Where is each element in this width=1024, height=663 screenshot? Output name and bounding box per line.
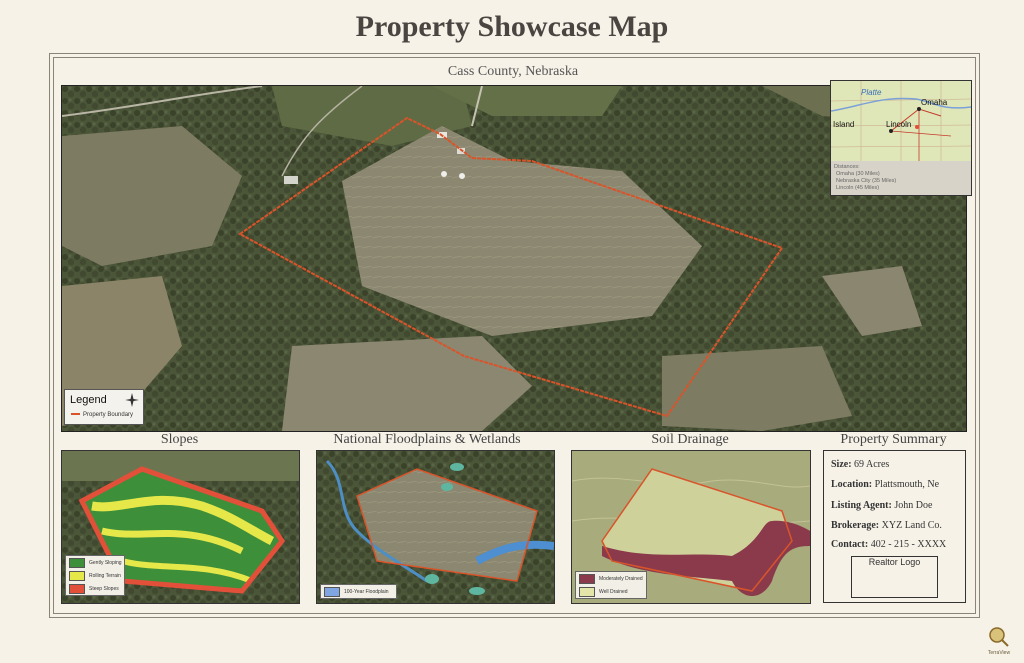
summary-title: Property Summary bbox=[840, 432, 947, 447]
slopes-legend: Gently Sloping Rolling Terrain Steep Slo… bbox=[65, 555, 125, 596]
soil-title: Soil Drainage bbox=[651, 432, 729, 447]
realtor-logo-label: Realtor Logo bbox=[868, 557, 921, 567]
legend-property-boundary: Property Boundary bbox=[71, 412, 133, 418]
slopes-legend-gentle: Gently Sloping bbox=[66, 556, 124, 569]
soil-drainage-map[interactable]: Moderately Drained Well Drained bbox=[571, 450, 811, 604]
main-map-subtitle: Cass County, Nebraska bbox=[447, 64, 579, 79]
omaha-marker bbox=[917, 107, 921, 111]
floodplains-title: National Floodplains & Wetlands bbox=[333, 432, 521, 447]
inset-distance-1: Omaha (30 Miles) bbox=[836, 171, 880, 177]
north-arrow-icon bbox=[125, 393, 139, 407]
legend-item-label: Property Boundary bbox=[83, 412, 134, 418]
floodplains-map-imagery bbox=[317, 451, 554, 603]
legend-boundary-swatch bbox=[71, 413, 80, 416]
summary-contact: Contact: 402 - 215 - XXXX bbox=[831, 539, 947, 550]
inset-distance-3: Lincoln (45 Miles) bbox=[836, 185, 879, 191]
lincoln-marker bbox=[889, 129, 893, 133]
summary-location: Location: Plattsmouth, Ne bbox=[831, 479, 940, 490]
brand-logo: TerraView bbox=[982, 624, 1016, 656]
inset-distance-2: Nebraska City (35 Miles) bbox=[836, 178, 896, 184]
main-map-legend: Legend Property Boundary bbox=[64, 389, 144, 425]
inset-island-label: Island bbox=[833, 120, 854, 129]
inset-omaha-label: Omaha bbox=[921, 98, 948, 107]
magnifier-globe-icon: TerraView bbox=[988, 627, 1011, 656]
inset-distance-title: Distances: bbox=[834, 164, 860, 170]
soil-legend-well: Well Drained bbox=[576, 585, 646, 598]
legend-title: Legend bbox=[70, 394, 107, 406]
slopes-legend-steep: Steep Slopes bbox=[66, 582, 124, 595]
floodplains-map[interactable]: 100-Year Floodplain bbox=[316, 450, 555, 604]
soil-legend-moderate: Moderately Drained bbox=[576, 572, 646, 585]
realtor-logo-placeholder: Realtor Logo bbox=[851, 556, 938, 598]
page-title: Property Showcase Map bbox=[355, 10, 669, 43]
summary-size: Size: 69 Acres bbox=[831, 459, 890, 470]
floodplains-legend: 100-Year Floodplain bbox=[320, 584, 397, 599]
inset-locator-map[interactable]: Platte Omaha Lincoln Island Distances: O… bbox=[830, 80, 972, 196]
summary-brokerage: Brokerage: XYZ Land Co. bbox=[831, 520, 942, 531]
slopes-title: Slopes bbox=[160, 432, 199, 447]
inset-lincoln-label: Lincoln bbox=[886, 120, 911, 129]
inset-river-label: Platte bbox=[861, 88, 882, 97]
soil-legend: Moderately Drained Well Drained bbox=[575, 571, 647, 599]
slopes-map[interactable]: Gently Sloping Rolling Terrain Steep Slo… bbox=[61, 450, 300, 604]
floodplains-legend-100yr: 100-Year Floodplain bbox=[321, 585, 396, 598]
inset-map-imagery: Platte Omaha Lincoln Island Distances: O… bbox=[831, 81, 971, 195]
slopes-legend-rolling: Rolling Terrain bbox=[66, 569, 124, 582]
property-location-marker bbox=[915, 125, 919, 129]
brand-name: TerraView bbox=[988, 650, 1011, 656]
summary-agent: Listing Agent: John Doe bbox=[831, 500, 933, 511]
